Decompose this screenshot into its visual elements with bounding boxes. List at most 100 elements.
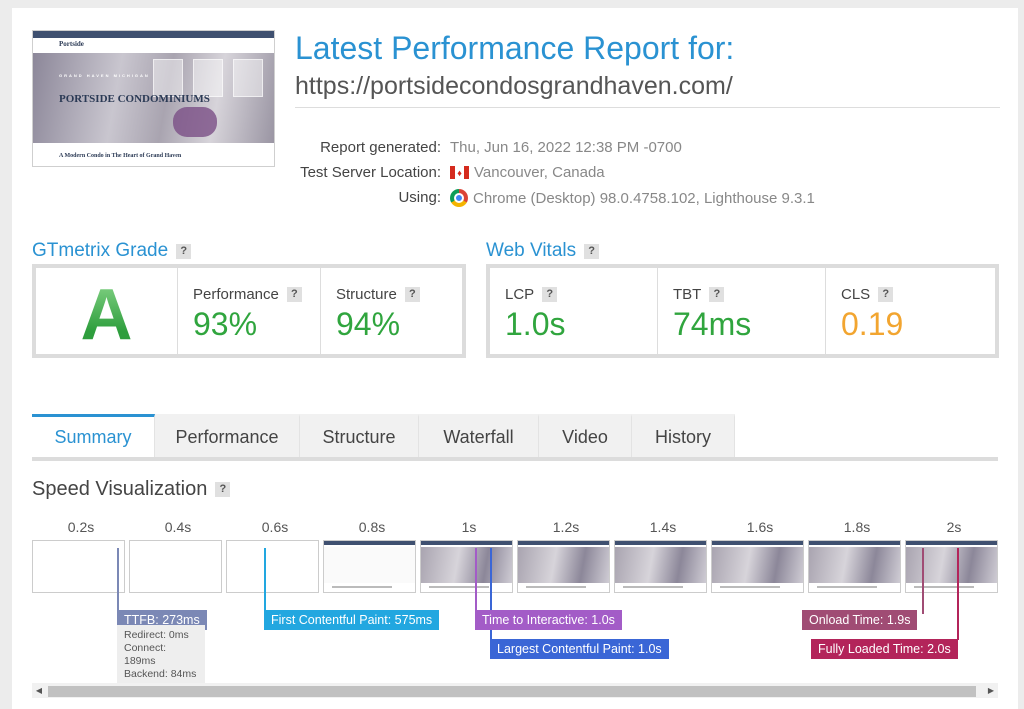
thumb-subtitle: GRAND HAVEN MICHIGAN	[59, 73, 150, 78]
chrome-icon	[450, 189, 468, 207]
structure-help-icon[interactable]: ?	[404, 287, 420, 302]
server-location-value: ♦ Vancouver, Canada	[450, 164, 605, 181]
ttfb-detail: Redirect: 0ms Connect: 189ms Backend: 84…	[117, 625, 205, 683]
time-tick: 1.2s	[552, 519, 580, 535]
lcp-help-icon[interactable]: ?	[542, 287, 558, 302]
report-url[interactable]: https://portsidecondosgrandhaven.com/	[295, 72, 733, 101]
vitals-help-icon[interactable]: ?	[584, 243, 600, 259]
thumb-chair	[173, 107, 217, 137]
cls-label: CLS	[841, 286, 871, 303]
time-tick: 0.6s	[261, 519, 289, 535]
time-tick: 1.8s	[843, 519, 871, 535]
tti-label: Time to Interactive: 1.0s	[475, 610, 622, 630]
scroll-right-icon[interactable]: ▶	[984, 683, 998, 698]
tab-waterfall[interactable]: Waterfall	[419, 414, 539, 457]
filmstrip-frame[interactable]	[32, 540, 125, 593]
using-label: Using:	[398, 189, 441, 206]
filmstrip-frame[interactable]	[905, 540, 998, 593]
lcp-label: LCP	[505, 286, 535, 303]
scrollbar-thumb[interactable]	[48, 686, 976, 697]
tbt-value: 74ms	[673, 306, 752, 342]
lcp-label-row: LCP ?	[505, 286, 558, 303]
report-panel: Portside GRAND HAVEN MICHIGAN PORTSIDE C…	[12, 8, 1018, 709]
ttfb-marker-line	[117, 548, 119, 614]
filmstrip-frame[interactable]	[226, 540, 319, 593]
report-title: Latest Performance Report for:	[295, 30, 735, 66]
page-screenshot-thumbnail[interactable]: Portside GRAND HAVEN MICHIGAN PORTSIDE C…	[32, 30, 275, 167]
speed-visualization-filmstrip[interactable]: 0.2s 0.4s 0.6s 0.8s 1s 1.2s 1.4s 1.6s 1.…	[32, 513, 998, 683]
time-tick: 1.6s	[746, 519, 774, 535]
cls-label-row: CLS ?	[841, 286, 894, 303]
web-vitals-box: LCP ? 1.0s TBT ? 74ms CLS ? 0.19	[486, 264, 999, 358]
grade-letter: A	[36, 274, 177, 356]
divider	[295, 107, 1000, 108]
performance-score: 93%	[193, 306, 258, 342]
web-vitals-heading: Web Vitals ?	[486, 240, 600, 262]
cls-help-icon[interactable]: ?	[878, 287, 894, 302]
web-vitals-title: Web Vitals	[486, 240, 577, 261]
structure-cell: Structure ? 94%	[321, 268, 462, 354]
ttfb-redirect: Redirect: 0ms	[124, 629, 189, 641]
tbt-help-icon[interactable]: ?	[709, 287, 725, 302]
tti-marker-line	[475, 548, 477, 614]
grade-cell: A	[36, 268, 178, 356]
thumb-logo: Portside	[59, 40, 84, 48]
server-location-text: Vancouver, Canada	[474, 164, 605, 181]
scroll-left-icon[interactable]: ◀	[32, 683, 46, 698]
tab-history[interactable]: History	[632, 414, 735, 457]
lcp-cell: LCP ? 1.0s	[490, 268, 658, 354]
thumb-topbar	[33, 31, 274, 38]
lcp-label: Largest Contentful Paint: 1.0s	[490, 639, 669, 659]
thumb-body-text: A Modern Condo in The Heart of Grand Hav…	[59, 153, 182, 159]
tbt-label: TBT	[673, 286, 702, 303]
performance-cell: Performance ? 93%	[178, 268, 321, 354]
cls-cell: CLS ? 0.19	[826, 268, 995, 354]
filmstrip-frame[interactable]	[420, 540, 513, 593]
tab-performance[interactable]: Performance	[155, 414, 300, 457]
speed-help-icon[interactable]: ?	[215, 482, 231, 497]
filmstrip-frame[interactable]	[517, 540, 610, 593]
report-tabs: Summary Performance Structure Waterfall …	[32, 414, 998, 461]
tab-video[interactable]: Video	[539, 414, 632, 457]
lcp-value: 1.0s	[505, 306, 566, 342]
tabs-filler	[735, 414, 998, 457]
using-value: Chrome (Desktop) 98.0.4758.102, Lighthou…	[450, 189, 815, 207]
time-tick: 0.4s	[164, 519, 192, 535]
grade-help-icon[interactable]: ?	[176, 243, 192, 259]
performance-label: Performance	[193, 286, 279, 303]
ttfb-backend: Backend: 84ms	[124, 668, 197, 680]
speed-visualization-title: Speed Visualization	[32, 478, 208, 500]
filmstrip-frame[interactable]	[808, 540, 901, 593]
tab-summary[interactable]: Summary	[32, 414, 155, 457]
fully-loaded-label: Fully Loaded Time: 2.0s	[811, 639, 958, 659]
time-tick: 1s	[461, 519, 477, 535]
gtmetrix-grade-title: GTmetrix Grade	[32, 240, 169, 261]
thumb-title: PORTSIDE CONDOMINIUMS	[59, 93, 210, 105]
structure-label-row: Structure ?	[336, 286, 420, 303]
server-location-label: Test Server Location:	[300, 164, 441, 181]
speed-visualization-heading: Speed Visualization ?	[32, 478, 231, 501]
using-text: Chrome (Desktop) 98.0.4758.102, Lighthou…	[473, 189, 815, 207]
gtmetrix-grade-box: A Performance ? 93% Structure ? 94%	[32, 264, 466, 358]
filmstrip-frame[interactable]	[129, 540, 222, 593]
thumb-window	[153, 59, 183, 97]
tab-structure[interactable]: Structure	[300, 414, 419, 457]
performance-help-icon[interactable]: ?	[286, 287, 302, 302]
fully-loaded-marker-line	[957, 548, 959, 640]
onload-marker-line	[922, 548, 924, 614]
report-generated-value: Thu, Jun 16, 2022 12:38 PM -0700	[450, 139, 682, 156]
thumb-window	[233, 59, 263, 97]
time-tick: 1.4s	[649, 519, 677, 535]
time-tick: 0.2s	[67, 519, 95, 535]
performance-label-row: Performance ?	[193, 286, 302, 303]
time-tick: 2s	[946, 519, 962, 535]
filmstrip-frame[interactable]	[711, 540, 804, 593]
tbt-cell: TBT ? 74ms	[658, 268, 826, 354]
filmstrip-frame[interactable]	[323, 540, 416, 593]
filmstrip-scrollbar[interactable]: ◀ ▶	[32, 683, 998, 698]
fcp-label: First Contentful Paint: 575ms	[264, 610, 440, 630]
canada-flag-icon: ♦	[450, 166, 469, 179]
cls-value: 0.19	[841, 306, 904, 342]
structure-score: 94%	[336, 306, 401, 342]
filmstrip-frame[interactable]	[614, 540, 707, 593]
